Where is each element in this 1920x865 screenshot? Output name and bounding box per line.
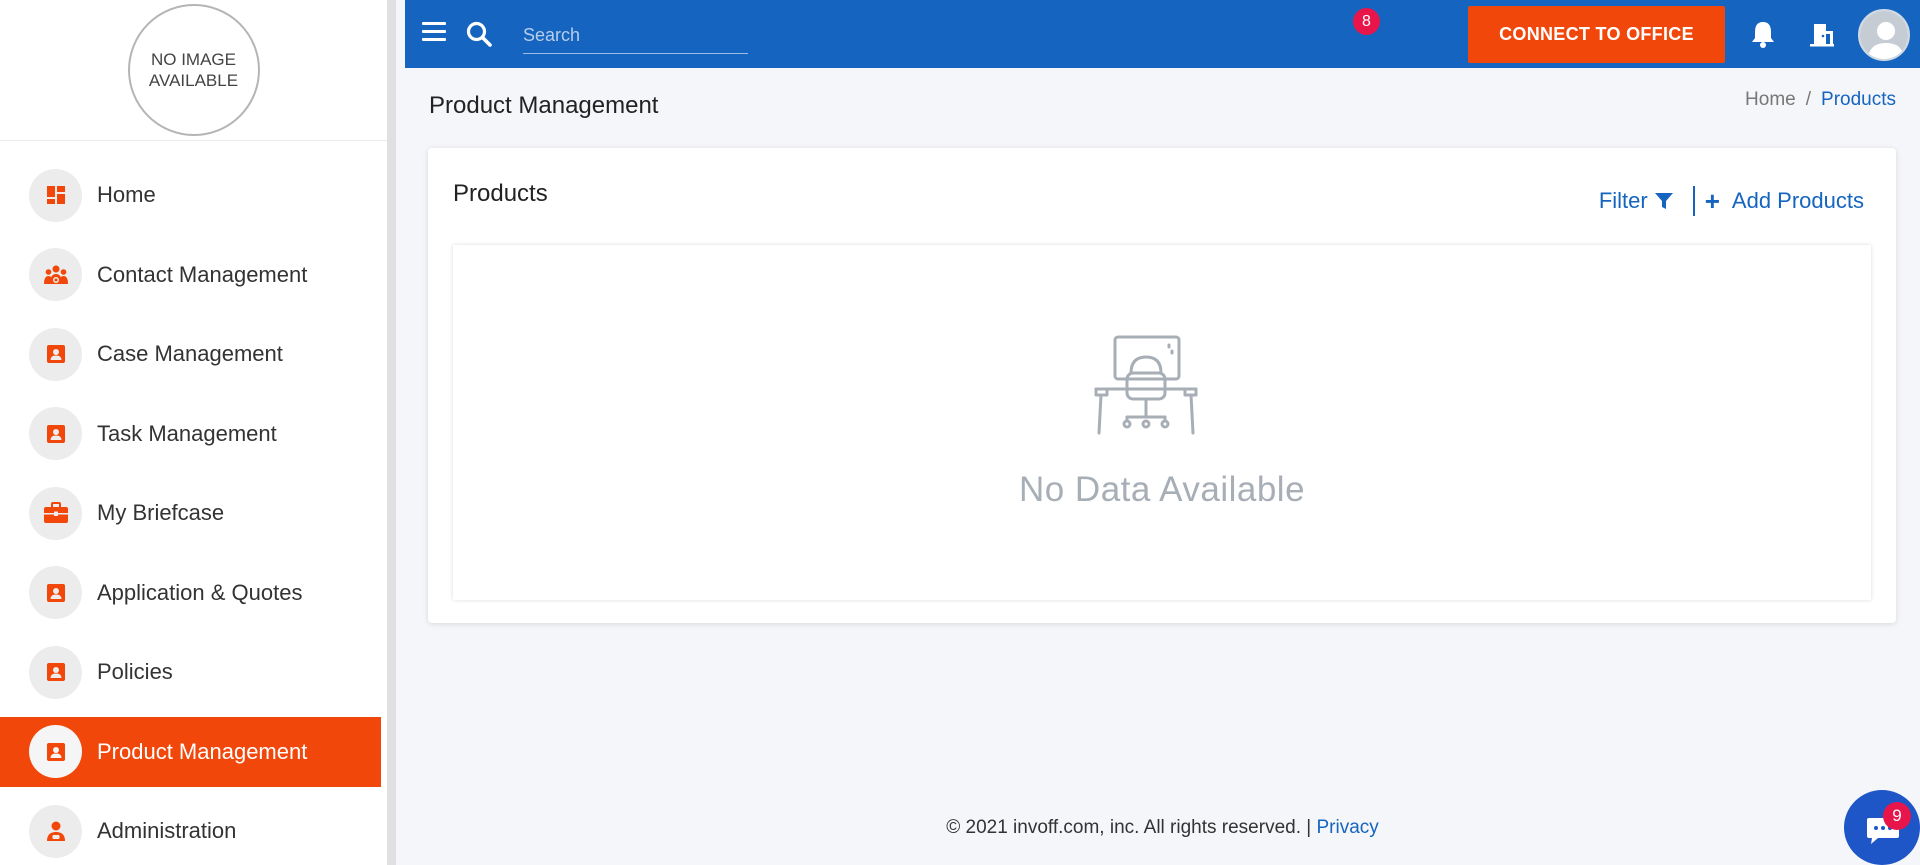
search-icon[interactable]	[465, 20, 493, 53]
hamburger-menu-icon[interactable]	[422, 22, 446, 44]
footer: © 2021 invoff.com, inc. All rights reser…	[405, 817, 1920, 839]
products-empty-state: No Data Available	[453, 245, 1871, 600]
contact-card-icon	[29, 645, 82, 699]
breadcrumb: Home / Products	[1745, 89, 1896, 111]
sidebar-item-task-management[interactable]: Task Management	[0, 399, 381, 469]
privacy-link[interactable]: Privacy	[1316, 817, 1378, 838]
copyright-text: © 2021 invoff.com, inc. All rights reser…	[946, 817, 1312, 838]
sidebar-item-label: My Briefcase	[97, 500, 225, 525]
actions-divider	[1692, 186, 1695, 216]
sidebar-item-application-quotes[interactable]: Application & Quotes	[0, 558, 381, 628]
connect-to-office-button[interactable]: CONNECT TO OFFICE	[1468, 6, 1725, 63]
no-data-message: No Data Available	[1018, 470, 1306, 509]
chat-count-badge: 9	[1883, 802, 1911, 830]
logo-text-line2: AVAILABLE	[148, 71, 239, 90]
logo-placeholder: NO IMAGE AVAILABLE	[127, 4, 260, 136]
breadcrumb-current: Products	[1821, 89, 1896, 110]
empty-desk-chair-icon	[1094, 335, 1198, 435]
filter-button[interactable]: Filter	[1599, 188, 1674, 214]
products-card: Products Filter + Add Products No Data A…	[428, 148, 1896, 623]
sidebar-item-product-management[interactable]: Product Management	[0, 716, 381, 787]
breadcrumb-separator: /	[1805, 89, 1812, 110]
sidebar-item-policies[interactable]: Policies	[0, 637, 381, 707]
sidebar-item-label: Product Management	[97, 738, 308, 764]
sidebar-nav: Home Contact Management Case Management …	[0, 160, 381, 865]
people-icon	[29, 248, 82, 301]
add-products-label: Add Products	[1731, 188, 1864, 213]
briefcase-icon	[29, 486, 82, 540]
notification-count-badge: 8	[1353, 8, 1380, 35]
sidebar-item-label: Case Management	[97, 341, 283, 366]
search-input[interactable]	[523, 18, 748, 54]
sidebar-item-home[interactable]: Home	[0, 160, 381, 230]
admin-user-icon	[29, 804, 82, 858]
filter-label: Filter	[1598, 188, 1648, 213]
sidebar-item-my-briefcase[interactable]: My Briefcase	[0, 478, 381, 548]
add-products-button[interactable]: + Add Products	[1705, 188, 1864, 214]
sidebar-item-case-management[interactable]: Case Management	[0, 319, 381, 389]
top-bar: CONNECT TO OFFICE	[405, 0, 1920, 68]
sidebar-item-label: Policies	[97, 659, 173, 684]
contact-card-icon	[29, 725, 82, 778]
chat-widget-button[interactable]	[1844, 790, 1920, 865]
plus-icon: +	[1704, 186, 1720, 216]
contact-card-icon	[29, 407, 82, 460]
card-actions: Filter + Add Products	[1599, 186, 1864, 216]
bell-icon[interactable]	[1750, 20, 1776, 53]
dashboard-icon	[29, 168, 82, 222]
sidebar-item-label: Administration	[97, 818, 237, 843]
sidebar-item-contact-management[interactable]: Contact Management	[0, 240, 381, 310]
logout-door-icon[interactable]	[1809, 22, 1835, 53]
page-title: Product Management	[429, 92, 659, 119]
contact-card-icon	[29, 566, 82, 619]
sidebar-item-label: Contact Management	[97, 261, 308, 287]
sidebar-item-label: Home	[97, 182, 156, 207]
sidebar-item-label: Application & Quotes	[97, 579, 303, 605]
contact-card-icon	[29, 327, 82, 381]
breadcrumb-home-link[interactable]: Home	[1745, 89, 1796, 110]
sidebar-item-administration[interactable]: Administration	[0, 796, 381, 865]
card-title: Products	[453, 180, 548, 207]
sidebar: NO IMAGE AVAILABLE Home Contact Manageme…	[0, 0, 396, 865]
avatar[interactable]	[1858, 9, 1910, 61]
logo-area: NO IMAGE AVAILABLE	[0, 0, 387, 141]
funnel-icon	[1654, 193, 1673, 209]
logo-text-line1: NO IMAGE	[150, 50, 236, 69]
sidebar-item-label: Task Management	[97, 420, 277, 446]
